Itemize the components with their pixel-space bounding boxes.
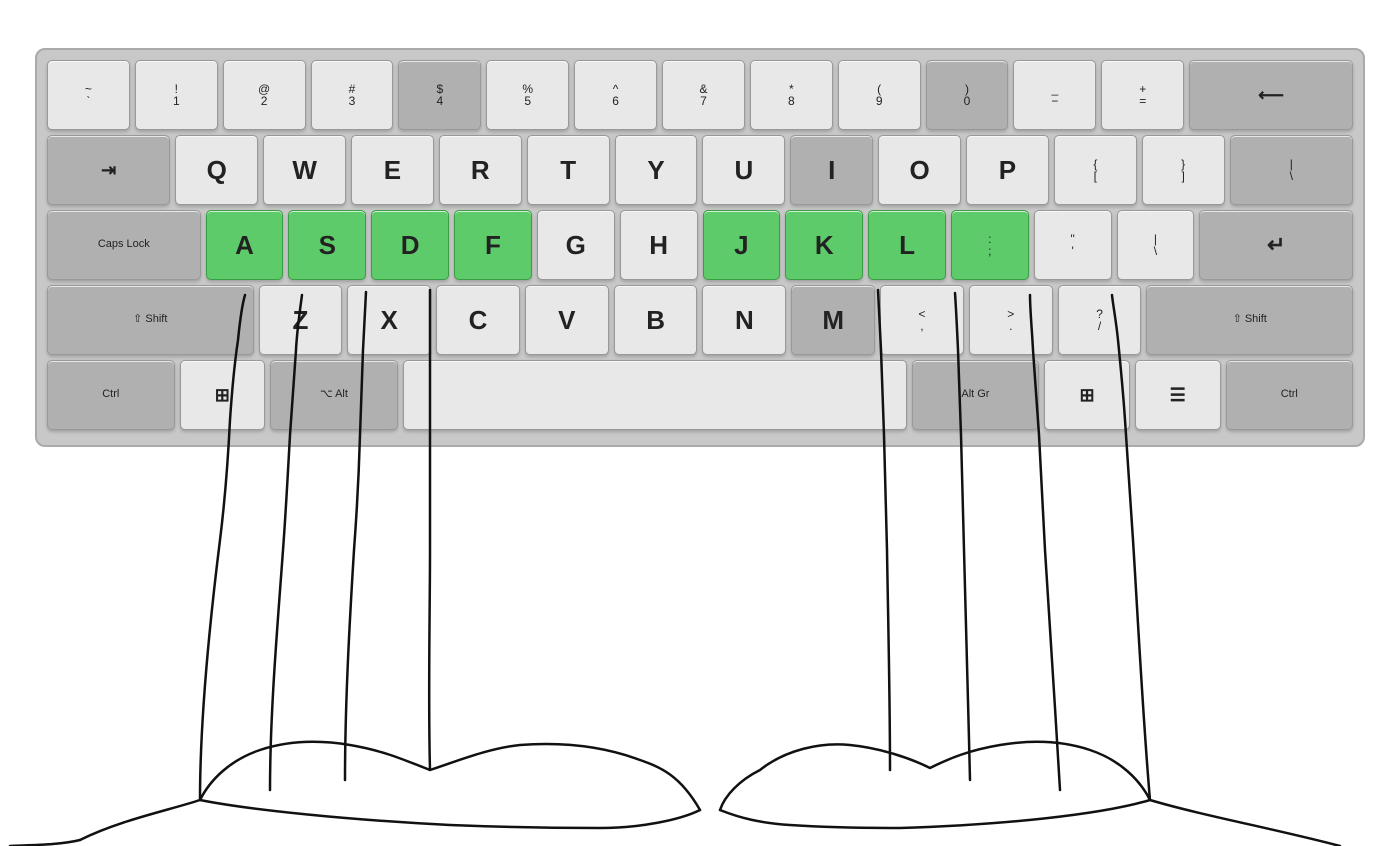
key-backtick[interactable]: ~ ` [47,60,130,130]
key-4[interactable]: $ 4 [398,60,481,130]
key-z[interactable]: Z [259,285,343,355]
key-minus[interactable]: _ − [1013,60,1096,130]
qwerty-row: ⇥ Q W E R T Y U I [47,135,1353,205]
key-k[interactable]: K [785,210,863,280]
key-space[interactable] [403,360,907,430]
key-ctrl-right[interactable]: Ctrl [1226,360,1354,430]
key-a[interactable]: A [206,210,284,280]
key-t[interactable]: T [527,135,610,205]
key-9[interactable]: ( 9 [838,60,921,130]
key-l[interactable]: L [868,210,946,280]
key-d[interactable]: D [371,210,449,280]
key-capslock[interactable]: Caps Lock [47,210,201,280]
key-m[interactable]: M [791,285,875,355]
key-shift-left[interactable]: ⇧ Shift [47,285,254,355]
key-backslash[interactable]: | \ [1230,135,1353,205]
key-0[interactable]: ) 0 [926,60,1009,130]
key-u[interactable]: U [702,135,785,205]
key-quote[interactable]: " ' [1034,210,1112,280]
shift-row: ⇧ Shift Z X C V B N M < [47,285,1353,355]
key-2[interactable]: @ 2 [223,60,306,130]
key-menu[interactable]: ☰ [1135,360,1221,430]
key-alt-left[interactable]: ⌥ Alt [270,360,398,430]
key-q[interactable]: Q [175,135,258,205]
home-row: Caps Lock A S D F G H J [47,210,1353,280]
key-x[interactable]: X [347,285,431,355]
key-s[interactable]: S [288,210,366,280]
key-rbracket[interactable]: } ] [1142,135,1225,205]
key-win-right[interactable]: ⊞ [1044,360,1130,430]
key-j[interactable]: J [703,210,781,280]
key-p[interactable]: P [966,135,1049,205]
key-shift-right[interactable]: ⇧ Shift [1146,285,1353,355]
key-1[interactable]: ! 1 [135,60,218,130]
key-backspace[interactable]: ⟵ [1189,60,1353,130]
key-altgr[interactable]: Alt Gr [912,360,1040,430]
key-n[interactable]: N [702,285,786,355]
key-v[interactable]: V [525,285,609,355]
key-semicolon[interactable]: : ; [951,210,1029,280]
key-8[interactable]: * 8 [750,60,833,130]
scene: ~ ` ! 1 @ 2 # 3 $ 4 % 5 [0,0,1400,846]
key-y[interactable]: Y [615,135,698,205]
number-row: ~ ` ! 1 @ 2 # 3 $ 4 % 5 [47,60,1353,130]
key-slash[interactable]: ? / [1058,285,1142,355]
key-enter[interactable]: ↵ [1199,210,1353,280]
key-c[interactable]: C [436,285,520,355]
key-g[interactable]: G [537,210,615,280]
key-hash2[interactable]: | \ [1117,210,1195,280]
key-b[interactable]: B [614,285,698,355]
key-comma[interactable]: < , [880,285,964,355]
key-equals[interactable]: + = [1101,60,1184,130]
bottom-row: Ctrl ⊞ ⌥ Alt Alt Gr ⊞ ☰ Ctrl [47,360,1353,430]
key-win-left[interactable]: ⊞ [180,360,266,430]
key-5[interactable]: % 5 [486,60,569,130]
key-h[interactable]: H [620,210,698,280]
keyboard: ~ ` ! 1 @ 2 # 3 $ 4 % 5 [35,48,1365,447]
key-3[interactable]: # 3 [311,60,394,130]
key-e[interactable]: E [351,135,434,205]
key-o[interactable]: O [878,135,961,205]
key-7[interactable]: & 7 [662,60,745,130]
key-tab[interactable]: ⇥ [47,135,170,205]
key-i[interactable]: I [790,135,873,205]
key-period[interactable]: > . [969,285,1053,355]
key-w[interactable]: W [263,135,346,205]
key-ctrl-left[interactable]: Ctrl [47,360,175,430]
key-f[interactable]: F [454,210,532,280]
key-lbracket[interactable]: { [ [1054,135,1137,205]
key-6[interactable]: ^ 6 [574,60,657,130]
key-r[interactable]: R [439,135,522,205]
